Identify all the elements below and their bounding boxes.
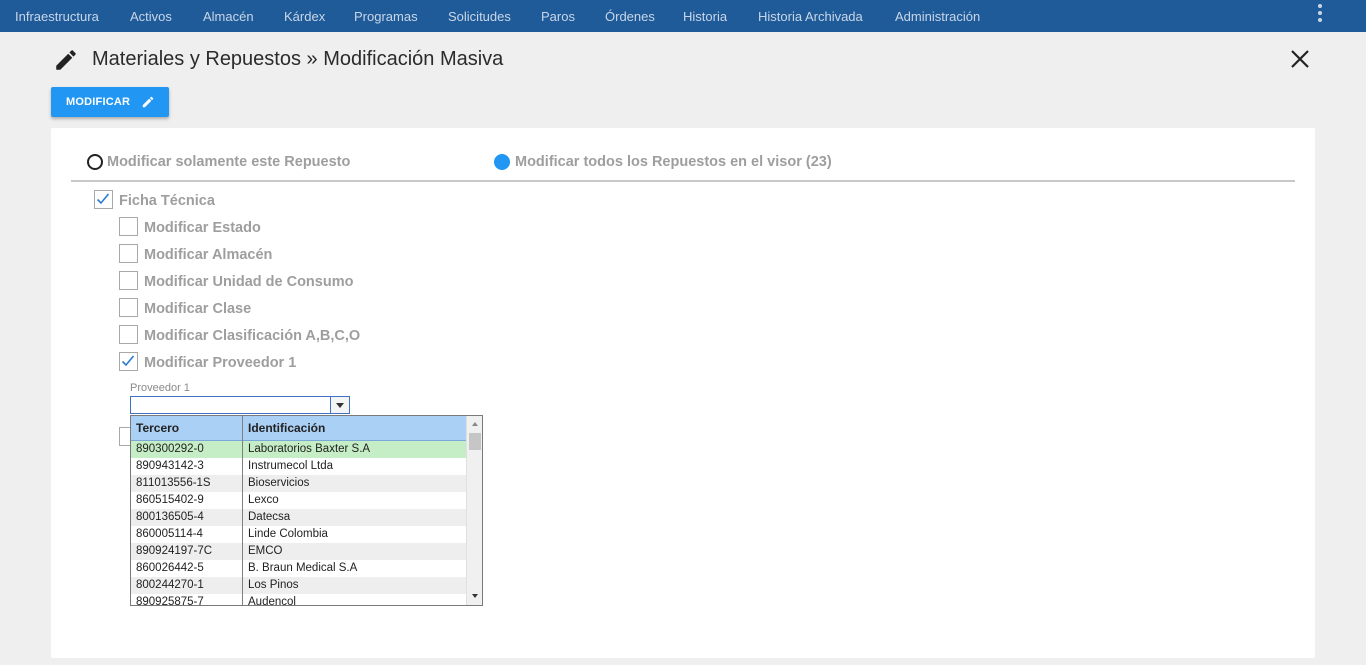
nav-item-5[interactable]: Solicitudes — [448, 0, 511, 32]
nav-item-9[interactable]: Historia Archivada — [758, 0, 863, 32]
modify-clasificacion-label: Modificar Clasificación A,B,C,O — [144, 328, 361, 344]
modify-clasificacion-checkbox[interactable] — [119, 325, 138, 344]
dropdown-row[interactable]: 860005114-4 Linde Colombia — [131, 526, 466, 543]
ficha-tecnica-checkbox[interactable] — [94, 190, 113, 209]
cell-tercero: 800136505-4 — [136, 511, 204, 523]
dropdown-row[interactable]: 800244270-1 Los Pinos — [131, 577, 466, 594]
scrollbar-thumb[interactable] — [469, 433, 481, 450]
nav-item-4[interactable]: Programas — [354, 0, 418, 32]
provider-combobox[interactable] — [130, 396, 350, 414]
cell-tercero: 890924197-7C — [136, 545, 213, 557]
pencil-icon — [56, 50, 76, 70]
modify-button[interactable]: MODIFICAR — [51, 87, 169, 117]
column-separator — [242, 416, 243, 605]
cell-tercero: 860005114-4 — [136, 528, 203, 540]
provider-dropdown-list[interactable]: Tercero Identificación 890300292-0 Labora… — [130, 415, 483, 606]
radio-modify-all[interactable] — [494, 154, 510, 170]
ficha-tecnica-label: Ficha Técnica — [119, 193, 215, 209]
scroll-up-icon[interactable] — [472, 422, 478, 426]
modify-almacen-label: Modificar Almacén — [144, 247, 273, 263]
modify-clase-label: Modificar Clase — [144, 301, 252, 317]
dropdown-row[interactable]: 890925875-7 Audencol — [131, 594, 466, 606]
nav-item-8[interactable]: Historia — [683, 0, 727, 32]
nav-item-7[interactable]: Órdenes — [605, 0, 655, 32]
cell-tercero: 800244270-1 — [136, 579, 204, 591]
nav-item-3[interactable]: Kárdex — [284, 0, 325, 32]
cell-tercero: 890300292-0 — [136, 443, 204, 455]
dropdown-row[interactable]: 800136505-4 Datecsa — [131, 509, 466, 526]
column-header-tercero[interactable]: Tercero — [136, 421, 179, 435]
modify-unidad-consumo-checkbox[interactable] — [119, 271, 138, 290]
modify-almacen-checkbox[interactable] — [119, 244, 138, 263]
cell-tercero: 811013556-1S — [136, 477, 211, 489]
cell-tercero: 890925875-7 — [136, 596, 204, 606]
nav-item-6[interactable]: Paros — [541, 0, 575, 32]
radio-modify-all-label: Modificar todos los Repuestos en el viso… — [515, 154, 832, 170]
cell-identificacion: Lexco — [248, 494, 279, 506]
checkmark-icon — [121, 355, 135, 367]
close-icon[interactable] — [1289, 48, 1311, 70]
modify-estado-label: Modificar Estado — [144, 220, 261, 236]
provider-field-label: Proveedor 1 — [130, 382, 190, 394]
cell-identificacion: Laboratorios Baxter S.A — [248, 443, 371, 455]
dropdown-scrollbar[interactable] — [466, 416, 482, 605]
nav-item-10[interactable]: Administración — [895, 0, 980, 32]
cell-identificacion: Los Pinos — [248, 579, 299, 591]
dropdown-row[interactable]: 890924197-7C EMCO — [131, 543, 466, 560]
dropdown-row[interactable]: 811013556-1S Bioservicios — [131, 475, 466, 492]
top-navigation-bar: Infraestructura Activos Almacén Kárdex Progr… — [0, 0, 1366, 32]
modify-clase-checkbox[interactable] — [119, 298, 138, 317]
more-menu-icon[interactable] — [1314, 4, 1326, 24]
cell-identificacion: Bioservicios — [248, 477, 310, 489]
scroll-down-icon[interactable] — [472, 594, 478, 598]
page-title: Materiales y Repuestos » Modificación Ma… — [92, 48, 504, 70]
modify-proveedor-1-label: Modificar Proveedor 1 — [144, 355, 297, 371]
nav-item-1[interactable]: Activos — [130, 0, 172, 32]
cell-identificacion: Audencol — [248, 596, 296, 606]
modify-button-label: MODIFICAR — [66, 96, 131, 108]
dropdown-row[interactable]: 890943142-3 Instrumecol Ltda — [131, 458, 466, 475]
radio-modify-single[interactable] — [87, 154, 103, 170]
modify-estado-checkbox[interactable] — [119, 217, 138, 236]
nav-item-0[interactable]: Infraestructura — [15, 0, 99, 32]
dropdown-row[interactable]: 860515402-9 Lexco — [131, 492, 466, 509]
modify-proveedor-1-checkbox[interactable] — [119, 352, 138, 371]
cell-tercero: 860026442-5 — [136, 562, 204, 574]
modify-unidad-consumo-label: Modificar Unidad de Consumo — [144, 274, 354, 290]
cell-identificacion: B. Braun Medical S.A — [248, 562, 358, 574]
cell-identificacion: EMCO — [248, 545, 283, 557]
column-header-identificacion[interactable]: Identificación — [248, 421, 325, 435]
radio-modify-single-label: Modificar solamente este Repuesto — [107, 154, 351, 170]
cell-identificacion: Instrumecol Ltda — [248, 460, 334, 472]
chevron-down-icon[interactable] — [330, 396, 350, 414]
dropdown-header: Tercero Identificación — [131, 416, 466, 441]
dropdown-row[interactable]: 860026442-5 B. Braun Medical S.A — [131, 560, 466, 577]
checkmark-icon — [96, 193, 110, 205]
dropdown-row[interactable]: 890300292-0 Laboratorios Baxter S.A — [131, 441, 466, 458]
edit-icon — [142, 96, 154, 108]
cell-identificacion: Datecsa — [248, 511, 291, 523]
section-divider — [71, 180, 1295, 182]
cell-identificacion: Linde Colombia — [248, 528, 328, 540]
cell-tercero: 860515402-9 — [136, 494, 204, 506]
cell-tercero: 890943142-3 — [136, 460, 204, 472]
nav-item-2[interactable]: Almacén — [203, 0, 254, 32]
